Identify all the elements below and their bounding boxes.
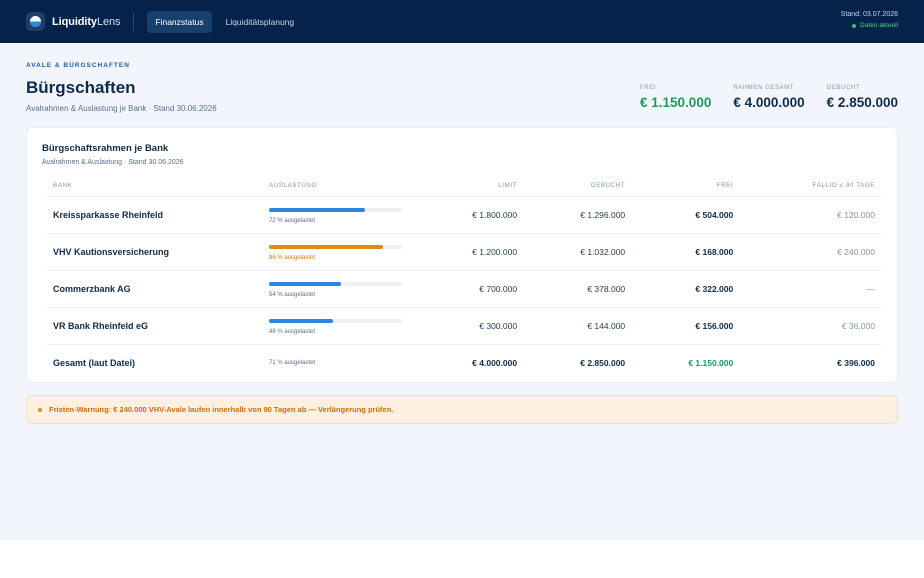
table-row[interactable]: VR Bank Rheinfeld eG 48 % ausgelastet € …: [47, 307, 881, 345]
table-header-row: BANK AUSLASTUNG LIMIT GEBUCHT FREI FÄLLI…: [47, 174, 881, 197]
kpi-label: GEBUCHT: [826, 85, 861, 91]
top-bar: LiquidityLens Finanzstatus Liquiditätspl…: [0, 0, 924, 43]
limit-value: € 300.000: [415, 307, 524, 345]
limit-value: € 1.800.000: [415, 196, 524, 234]
warning-dot-icon: [38, 407, 42, 412]
status-dot-icon: [852, 23, 857, 28]
utilization-bar-fill: [269, 319, 333, 323]
kpi-frei: FREI € 1.150.000: [640, 85, 711, 110]
logo-text: LiquidityLens: [52, 15, 121, 28]
logo-icon: [26, 12, 45, 31]
kpi-value: € 2.850.000: [826, 95, 898, 110]
tab-liquiditaetsplanung[interactable]: Liquiditätsplanung: [218, 11, 303, 33]
deadline-warning: Fristen-Warnung: € 240.000 VHV-Avale lau…: [26, 395, 898, 424]
booked-value: € 378.000: [523, 270, 632, 308]
page-subtitle: Avalrahmen & Auslastung je Bank · Stand …: [26, 104, 217, 113]
warning-text: Fristen-Warnung: € 240.000 VHV-Avale lau…: [49, 405, 394, 414]
due-value: € 120.000: [739, 196, 881, 234]
due-value: —: [739, 270, 881, 308]
table-row[interactable]: Kreissparkasse Rheinfeld 72 % ausgelaste…: [47, 196, 881, 234]
total-limit: € 4.000.000: [472, 358, 518, 368]
tab-finanzstatus[interactable]: Finanzstatus: [147, 10, 212, 33]
data-status: Stand: 03.07.2026 Daten aktuell: [841, 11, 898, 29]
kpi-rahmen-gesamt: RAHMEN GESAMT € 4.000.000: [733, 85, 804, 110]
bank-name: VR Bank Rheinfeld eG: [47, 307, 263, 345]
utilization-cell: 48 % ausgelastet: [263, 307, 415, 345]
utilization-bar: [269, 245, 402, 249]
col-bank[interactable]: BANK: [47, 174, 263, 197]
utilization-bar: [269, 282, 402, 286]
limit-value: € 700.000: [415, 270, 524, 308]
utilization-label: 72 % ausgelastet: [269, 218, 316, 224]
logo[interactable]: LiquidityLens: [26, 12, 120, 31]
total-utilization-label: 71 % ausgelastet: [269, 360, 316, 366]
utilization-cell: 72 % ausgelastet: [263, 196, 415, 234]
utilization-label: 86 % ausgelastet: [269, 255, 316, 261]
guarantee-card: Bürgschaftsrahmen je Bank Avalrahmen & A…: [26, 127, 898, 383]
bank-name: VHV Kautionsversicherung: [47, 233, 263, 271]
booked-value: € 1.296.000: [523, 196, 632, 234]
status-live-label: Daten aktuell: [860, 22, 898, 29]
utilization-cell: 54 % ausgelastet: [263, 270, 415, 308]
bank-name: Kreissparkasse Rheinfeld: [47, 196, 263, 234]
limit-value: € 1.200.000: [415, 233, 524, 271]
free-value: € 504.000: [631, 196, 740, 234]
table-total-row: Gesamt (laut Datei) 71 % ausgelastet € 4…: [47, 345, 881, 382]
booked-value: € 144.000: [523, 307, 632, 345]
total-free: € 1.150.000: [688, 358, 734, 368]
kpi-label: RAHMEN GESAMT: [733, 85, 795, 91]
table-row[interactable]: Commerzbank AG 54 % ausgelastet € 700.00…: [47, 270, 881, 308]
col-limit[interactable]: LIMIT: [415, 174, 524, 197]
due-value: € 240.000: [739, 233, 881, 271]
total-label: Gesamt (laut Datei): [53, 358, 136, 368]
app-window: LiquidityLens Finanzstatus Liquiditätspl…: [0, 0, 924, 540]
col-frei[interactable]: FREI: [631, 174, 740, 197]
total-booked: € 2.850.000: [580, 358, 626, 368]
utilization-label: 54 % ausgelastet: [269, 292, 316, 298]
booked-value: € 1.032.000: [523, 233, 632, 271]
utilization-bar-fill: [269, 245, 384, 249]
card-subtitle: Avalrahmen & Auslastung · Stand 30.06.20…: [42, 159, 184, 166]
utilization-bar: [269, 208, 402, 212]
free-value: € 322.000: [631, 270, 740, 308]
free-value: € 168.000: [631, 233, 740, 271]
status-date: Stand: 03.07.2026: [840, 11, 898, 18]
col-gebucht[interactable]: GEBUCHT: [523, 174, 632, 197]
kpi-value: € 4.000.000: [733, 95, 805, 110]
guarantee-table: BANK AUSLASTUNG LIMIT GEBUCHT FREI FÄLLI…: [47, 174, 881, 381]
nav-divider: [133, 12, 135, 31]
utilization-bar: [269, 319, 402, 323]
due-value: € 36.000: [739, 307, 881, 345]
utilization-cell: 86 % ausgelastet: [263, 233, 415, 271]
col-auslastung[interactable]: AUSLASTUNG: [263, 174, 415, 197]
status-live: Daten aktuell: [841, 22, 898, 29]
bank-name: Commerzbank AG: [47, 270, 263, 308]
utilization-bar-fill: [269, 282, 341, 286]
free-value: € 156.000: [631, 307, 740, 345]
table-row[interactable]: VHV Kautionsversicherung 86 % ausgelaste…: [47, 233, 881, 271]
section-label: AVALE & BÜRGSCHAFTEN: [26, 62, 130, 69]
card-title: Bürgschaftsrahmen je Bank: [42, 143, 169, 154]
kpi-label: FREI: [640, 85, 657, 91]
col-faellig[interactable]: FÄLLIG ≤ 90 TAGE: [739, 174, 881, 197]
kpi-group: FREI € 1.150.000 RAHMEN GESAMT € 4.000.0…: [618, 85, 898, 110]
utilization-label: 48 % ausgelastet: [269, 329, 316, 335]
utilization-bar-fill: [269, 208, 365, 212]
total-due: € 396.000: [837, 358, 875, 368]
total-utilization: 71 % ausgelastet: [263, 345, 415, 382]
page-title: Bürgschaften: [26, 78, 136, 97]
kpi-gebucht: GEBUCHT € 2.850.000: [827, 85, 898, 110]
kpi-value: € 1.150.000: [640, 95, 712, 110]
